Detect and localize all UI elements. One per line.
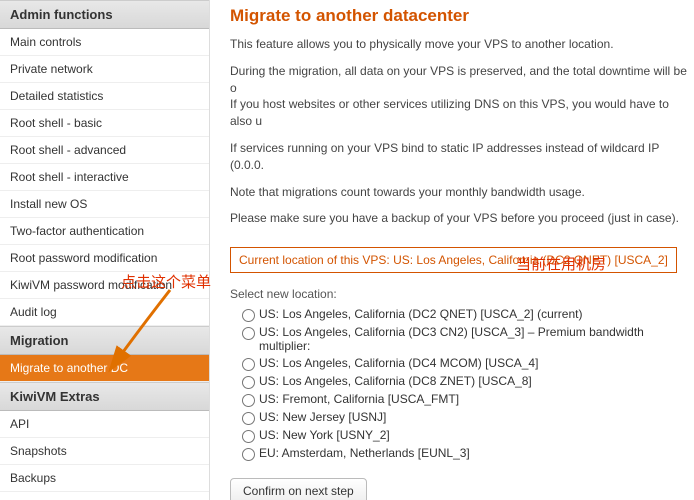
location-radio[interactable] <box>242 394 255 407</box>
location-radio[interactable] <box>242 412 255 425</box>
sidebar-item[interactable]: Root shell - basic <box>0 110 209 137</box>
location-option[interactable]: EU: Amsterdam, Netherlands [EUNL_3] <box>242 446 694 461</box>
location-radio-group: US: Los Angeles, California (DC2 QNET) [… <box>242 307 694 461</box>
sidebar-item[interactable]: Private network <box>0 56 209 83</box>
location-radio[interactable] <box>242 430 255 443</box>
page-title: Migrate to another datacenter <box>230 6 694 26</box>
sidebar-item[interactable]: KiwiVM password modification <box>0 272 209 299</box>
location-radio[interactable] <box>242 327 255 340</box>
location-option[interactable]: US: Los Angeles, California (DC3 CN2) [U… <box>242 325 694 353</box>
sidebar-section-header: Admin functions <box>0 0 209 29</box>
location-label: US: New Jersey [USNJ] <box>259 410 386 424</box>
sidebar-item[interactable]: Two-factor authentication <box>0 218 209 245</box>
location-radio[interactable] <box>242 376 255 389</box>
sidebar-item[interactable]: Detailed statistics <box>0 83 209 110</box>
confirm-button[interactable]: Confirm on next step <box>230 478 367 500</box>
info-text: Note that migrations count towards your … <box>230 184 694 201</box>
location-label: US: Los Angeles, California (DC8 ZNET) [… <box>259 374 532 388</box>
location-label: US: New York [USNY_2] <box>259 428 390 442</box>
sidebar-item[interactable]: Root password modification <box>0 245 209 272</box>
location-option[interactable]: US: Fremont, California [USCA_FMT] <box>242 392 694 407</box>
sidebar-item[interactable]: Root shell - interactive <box>0 164 209 191</box>
location-option[interactable]: US: Los Angeles, California (DC8 ZNET) [… <box>242 374 694 389</box>
info-text: Please make sure you have a backup of yo… <box>230 210 694 227</box>
location-radio[interactable] <box>242 358 255 371</box>
location-option[interactable]: US: New York [USNY_2] <box>242 428 694 443</box>
location-option[interactable]: US: Los Angeles, California (DC2 QNET) [… <box>242 307 694 322</box>
sidebar-item[interactable]: API <box>0 411 209 438</box>
sidebar-section-header: Migration <box>0 326 209 355</box>
location-label: US: Los Angeles, California (DC4 MCOM) [… <box>259 356 538 370</box>
sidebar-item[interactable]: Audit log <box>0 299 209 326</box>
location-option[interactable]: US: New Jersey [USNJ] <box>242 410 694 425</box>
location-label: US: Los Angeles, California (DC3 CN2) [U… <box>259 325 694 353</box>
intro-text: This feature allows you to physically mo… <box>230 36 694 53</box>
main-content: Migrate to another datacenter This featu… <box>210 0 694 500</box>
sidebar-item[interactable]: Backups <box>0 465 209 492</box>
location-radio[interactable] <box>242 448 255 461</box>
location-label: EU: Amsterdam, Netherlands [EUNL_3] <box>259 446 470 460</box>
sidebar-item[interactable]: Snapshots <box>0 438 209 465</box>
sidebar-item[interactable]: Main controls <box>0 29 209 56</box>
location-option[interactable]: US: Los Angeles, California (DC4 MCOM) [… <box>242 356 694 371</box>
current-location-box: Current location of this VPS: US: Los An… <box>230 247 677 273</box>
sidebar-item[interactable]: Migrate to another DC <box>0 355 209 382</box>
sidebar: Admin functionsMain controlsPrivate netw… <box>0 0 210 500</box>
select-location-label: Select new location: <box>230 287 694 301</box>
migration-note: During the migration, all data on your V… <box>230 63 694 130</box>
info-text: If services running on your VPS bind to … <box>230 140 694 174</box>
sidebar-item[interactable]: Install new OS <box>0 191 209 218</box>
location-label: US: Fremont, California [USCA_FMT] <box>259 392 459 406</box>
sidebar-item[interactable]: Root shell - advanced <box>0 137 209 164</box>
location-radio[interactable] <box>242 309 255 322</box>
location-label: US: Los Angeles, California (DC2 QNET) [… <box>259 307 582 321</box>
sidebar-section-header: KiwiVM Extras <box>0 382 209 411</box>
